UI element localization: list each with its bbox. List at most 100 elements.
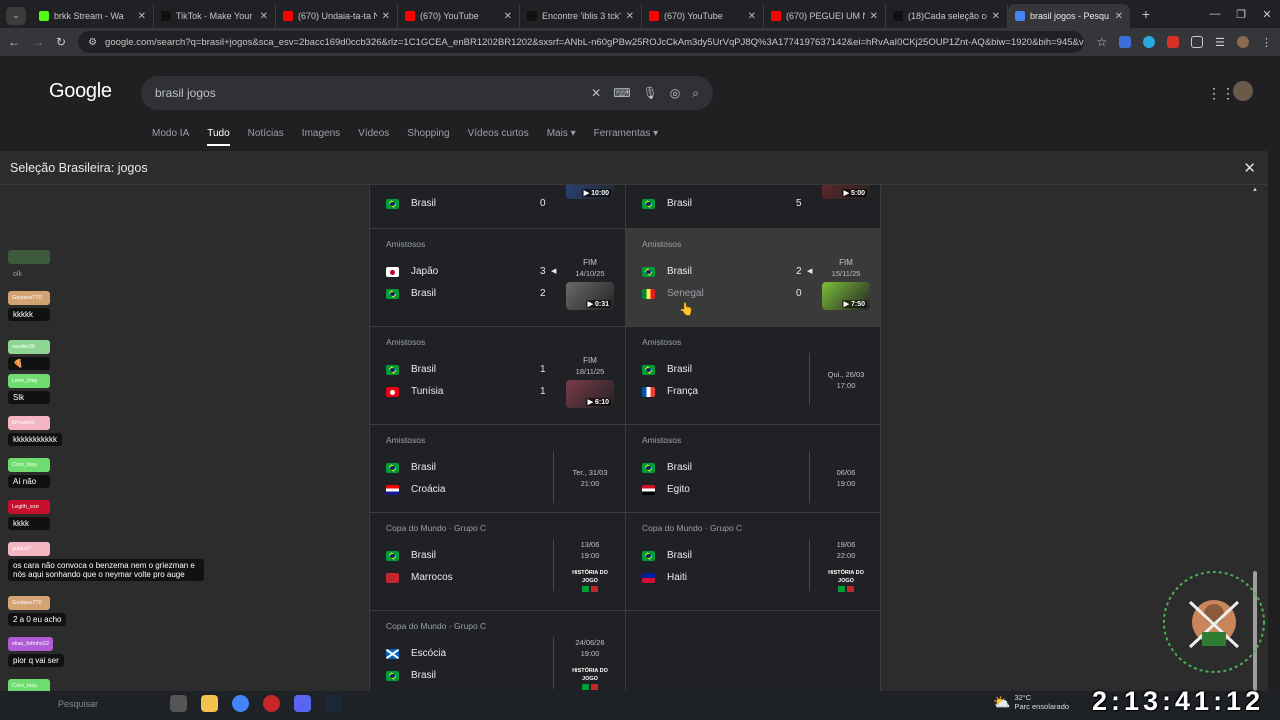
tab-close-icon[interactable]: ✕ (626, 11, 634, 22)
search-tab[interactable]: Mais ▾ (547, 128, 576, 146)
profile-avatar[interactable] (1237, 36, 1249, 48)
search-tab[interactable]: Shopping (407, 128, 449, 146)
team-name: Marrocos (411, 572, 453, 583)
history-thumbnail[interactable]: HISTÓRIA DO JOGO (822, 569, 870, 592)
chrome-icon[interactable] (232, 695, 249, 712)
status-line: FIM (839, 258, 853, 267)
browser-tab[interactable]: (670) Undaia-ta-ta Ne ✕ (276, 4, 398, 28)
search-tab[interactable]: Notícias (248, 128, 284, 146)
tab-close-icon[interactable]: ✕ (504, 11, 512, 22)
tab-close-icon[interactable]: ✕ (382, 11, 390, 22)
match-card[interactable]: Copa do Mundo · Grupo C Escócia Brasil 24/0… (370, 611, 626, 691)
team-name: Brasil (411, 550, 437, 561)
browser-tab[interactable]: (670) PEGUEI UM NI ✕ (764, 4, 886, 28)
google-search-box[interactable]: brasil jogos ✕ ⌨ 🎙 ◎ ⌕ (141, 76, 713, 110)
clear-icon[interactable]: ✕ (591, 86, 601, 100)
window-close-icon[interactable]: ✕ (1254, 8, 1280, 21)
puzzle-icon[interactable] (1191, 36, 1204, 48)
flag-icon (386, 386, 399, 397)
status-line: 17:00 (836, 381, 856, 390)
competition-label: Copa do Mundo · Grupo C (386, 621, 487, 631)
match-card[interactable]: Amistosos Brasil Senegal 2 0 ◀ FIM 15/11/25 ▶ 7:… (626, 229, 880, 327)
winner-arrow-icon: ◀ (807, 268, 813, 275)
history-thumbnail[interactable]: HISTÓRIA DO JOGO (566, 569, 614, 592)
tab-close-icon[interactable]: ✕ (748, 11, 756, 22)
file-explorer-icon[interactable] (201, 695, 218, 712)
search-tab[interactable]: Tudo (207, 128, 230, 146)
media-icon[interactable]: ☰ (1215, 36, 1225, 49)
team-row: Brasil (642, 550, 792, 561)
search-tab[interactable]: Vídeos curtos (468, 128, 529, 146)
score: 2 (796, 266, 802, 277)
status-line: 18/11/25 (575, 367, 605, 376)
flag-icon (386, 462, 399, 473)
team-row: Haiti (642, 572, 792, 583)
discord-icon[interactable] (294, 695, 311, 712)
steam-icon[interactable] (325, 695, 342, 712)
video-thumbnail[interactable]: ▶ 6:10 (566, 380, 614, 408)
browser-tab[interactable]: Encontre 'iblis 3 tck' c ✕ (520, 4, 642, 28)
tab-close-icon[interactable]: ✕ (260, 11, 268, 22)
video-thumbnail[interactable]: ▶ 5:00 (822, 185, 870, 199)
browser-tab[interactable]: brasil jogos - Pesqu ✕ (1008, 4, 1130, 28)
match-card[interactable]: Copa do Mundo · Grupo C Brasil Haiti 19/06 2… (626, 513, 880, 611)
search-tab[interactable]: Vídeos (358, 128, 389, 146)
score: 2 (540, 288, 546, 299)
match-card[interactable]: Brasil 0 ▶ 10:00 (370, 185, 626, 229)
url-input[interactable]: ⚙ google.com/search?q=brasil+jogos&sca_e… (78, 31, 1085, 53)
browser-tab[interactable]: (18)Cada seleção con ✕ (886, 4, 1008, 28)
search-tab[interactable]: Modo IA (152, 128, 189, 146)
search-tab[interactable]: Imagens (302, 128, 340, 146)
extension-icon[interactable] (1167, 36, 1180, 48)
search-icon[interactable]: ⌕ (692, 86, 699, 101)
match-card[interactable]: Amistosos Brasil Croácia Ter., 31/03 21:00 (370, 425, 626, 513)
browser-tab[interactable]: (670) YouTube ✕ (642, 4, 764, 28)
restore-icon[interactable]: ❐ (1228, 8, 1254, 21)
match-card[interactable]: Brasil 5 ▶ 5:00 (626, 185, 880, 229)
browser-tab[interactable]: (670) YouTube ✕ (398, 4, 520, 28)
app-icon[interactable] (263, 695, 280, 712)
winner-arrow-icon: ◀ (551, 268, 557, 275)
menu-icon[interactable]: ⋮ (1261, 36, 1272, 49)
reload-icon[interactable]: ↻ (56, 35, 66, 49)
back-icon[interactable]: ← (8, 35, 20, 49)
match-card[interactable]: Amistosos Brasil França Qui., 26/03 17:00 (626, 327, 880, 425)
extension-icon[interactable] (1119, 36, 1132, 48)
google-avatar[interactable] (1233, 81, 1253, 101)
chat-message: Gustavo770 2 a 0 eu acho (8, 596, 67, 626)
match-card[interactable]: Amistosos Brasil Tunísia 1 1 FIM 18/11/25 ▶ 6:1… (370, 327, 626, 425)
browser-tab[interactable]: TikTok - Make Your D ✕ (154, 4, 276, 28)
tab-close-icon[interactable]: ✕ (992, 11, 1000, 22)
browser-tab[interactable]: brkk Stream - Wa ✕ (32, 4, 154, 28)
bookmark-star-icon[interactable]: ☆ (1096, 35, 1107, 49)
match-card[interactable]: Copa do Mundo · Grupo C Brasil Marrocos 13/… (370, 513, 626, 611)
match-card[interactable]: Amistosos Brasil Egito 06/06 19:00 (626, 425, 880, 513)
google-logo[interactable]: Google (49, 80, 112, 103)
match-card[interactable]: Amistosos Japão Brasil 3 2 ◀ FIM 14/10/25 ▶ 0:31 (370, 229, 626, 327)
video-thumbnail[interactable]: ▶ 10:00 (566, 185, 614, 199)
keyboard-icon[interactable]: ⌨ (613, 86, 630, 100)
extension-icon[interactable] (1143, 36, 1156, 48)
close-icon[interactable]: ✕ (1243, 159, 1256, 177)
taskview-icon[interactable] (170, 695, 187, 712)
tab-close-icon[interactable]: ✕ (870, 11, 878, 22)
video-thumbnail[interactable]: ▶ 7:50 (822, 282, 870, 310)
status-line: 06/06 (836, 468, 856, 477)
minimize-icon[interactable]: — (1202, 8, 1228, 20)
mic-icon[interactable]: 🎙 (643, 86, 658, 100)
site-info-icon[interactable]: ⚙ (88, 37, 97, 48)
flag-icon (642, 266, 655, 277)
forward-icon[interactable]: → (32, 35, 44, 49)
new-tab-button[interactable]: + (1136, 6, 1156, 22)
search-tab[interactable]: Ferramentas ▾ (594, 128, 658, 146)
tab-close-icon[interactable]: ✕ (138, 11, 146, 22)
tab-title: TikTok - Make Your D (176, 11, 255, 21)
tab-search-dropdown[interactable]: ⌄ (6, 7, 26, 25)
video-thumbnail[interactable]: ▶ 0:31 (566, 282, 614, 310)
history-thumbnail[interactable]: HISTÓRIA DO JOGO (566, 667, 614, 690)
team-name: Brasil (667, 364, 693, 375)
lens-icon[interactable]: ◎ (670, 86, 680, 100)
start-search-placeholder[interactable]: Pesquisar (58, 699, 98, 709)
weather-widget[interactable]: ⛅ 32°C Parc ensolarado (993, 693, 1069, 711)
tab-close-icon[interactable]: ✕ (1115, 11, 1123, 22)
